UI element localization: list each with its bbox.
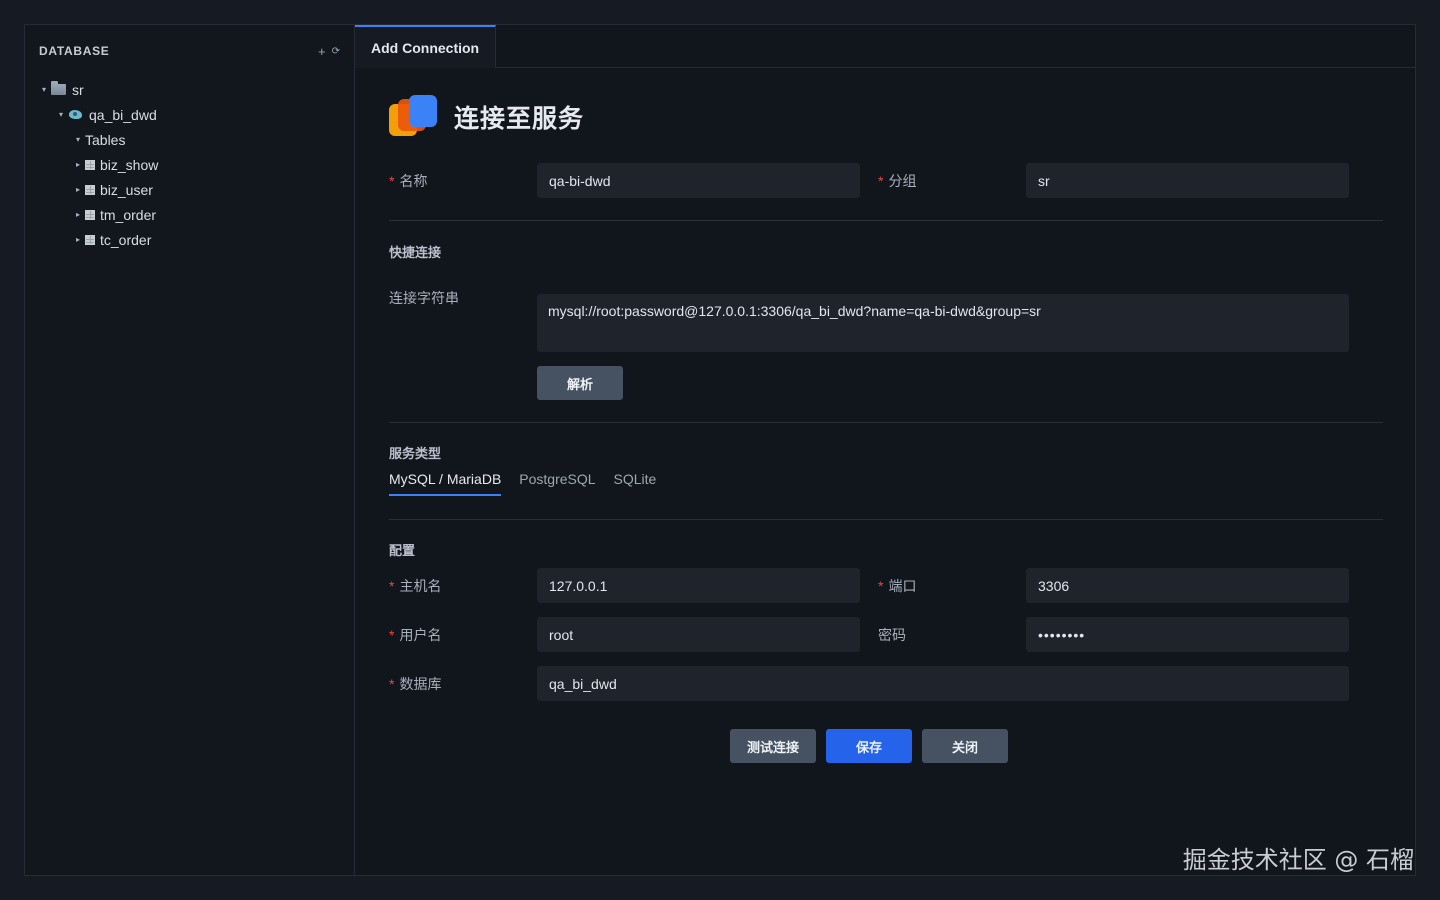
tree-node-table[interactable]: ▸ biz_user xyxy=(25,177,354,202)
mysql-dolphin-icon xyxy=(68,108,84,122)
password-row: 密码 xyxy=(878,617,906,652)
page-title: 连接至服务 xyxy=(454,105,585,133)
password-input[interactable]: •••••••• xyxy=(1026,617,1349,652)
tree-node-root[interactable]: ▾ sr xyxy=(25,77,354,102)
tree-node-label: Tables xyxy=(85,131,126,148)
database-label: * 数据库 xyxy=(389,675,442,692)
test-connection-button[interactable]: 测试连接 xyxy=(730,729,816,763)
tab-postgresql[interactable]: PostgreSQL xyxy=(519,471,595,496)
tree-node-label: tc_order xyxy=(100,231,152,248)
tree-node-tables-group[interactable]: ▾ Tables xyxy=(25,127,354,152)
divider xyxy=(389,422,1383,423)
tab-add-connection[interactable]: Add Connection xyxy=(355,25,497,68)
watermark: 掘金技术社区 @ 石榴 xyxy=(1182,846,1414,874)
group-input[interactable]: sr xyxy=(1026,163,1349,198)
user-input[interactable]: root xyxy=(537,617,860,652)
name-label: * 名称 xyxy=(389,172,428,189)
chevron-right-icon[interactable]: ▸ xyxy=(73,160,83,169)
add-connection-icon[interactable]: + xyxy=(318,44,326,59)
name-input[interactable]: qa-bi-dwd xyxy=(537,163,860,198)
chevron-down-icon[interactable]: ▾ xyxy=(73,135,83,144)
divider xyxy=(389,220,1383,221)
port-row: * 端口 xyxy=(878,568,916,603)
quick-connect-heading: 快捷连接 xyxy=(389,245,442,260)
database-sidebar: DATABASE + ⟳ ▾ sr ▾ qa_bi_dwd ▾ Tables ▸… xyxy=(25,25,355,875)
table-icon xyxy=(85,209,95,220)
service-type-heading: 服务类型 xyxy=(389,446,442,461)
divider xyxy=(389,519,1383,520)
host-label: * 主机名 xyxy=(389,577,442,594)
port-label: * 端口 xyxy=(878,577,917,594)
tab-mysql[interactable]: MySQL / MariaDB xyxy=(389,471,502,496)
user-label: * 用户名 xyxy=(389,626,442,643)
tree-node-table[interactable]: ▸ tm_order xyxy=(25,202,354,227)
host-input[interactable]: 127.0.0.1 xyxy=(537,568,860,603)
database-row: * 数据库 xyxy=(389,666,441,701)
tab-sqlite[interactable]: SQLite xyxy=(614,471,657,496)
config-heading: 配置 xyxy=(389,543,416,558)
tree-node-label: biz_user xyxy=(100,181,153,198)
tree-node-database[interactable]: ▾ qa_bi_dwd xyxy=(25,102,354,127)
tree-node-table[interactable]: ▸ tc_order xyxy=(25,227,354,252)
tree-node-label: sr xyxy=(72,81,84,98)
save-button[interactable]: 保存 xyxy=(826,729,912,763)
table-icon xyxy=(85,159,95,170)
parse-button[interactable]: 解析 xyxy=(537,366,623,400)
table-icon xyxy=(85,184,95,195)
user-row: * 用户名 xyxy=(389,617,441,652)
database-input[interactable]: qa_bi_dwd xyxy=(537,666,1349,701)
conn-string-textarea[interactable]: mysql://root:password@127.0.0.1:3306/qa_… xyxy=(537,294,1349,352)
port-input[interactable]: 3306 xyxy=(1026,568,1349,603)
tab-bar: Add Connection xyxy=(355,25,1415,68)
main-panel: Add Connection 连接至服务 * 名称 qa-bi-dwd * 分组 s… xyxy=(355,25,1415,875)
name-row: * 名称 xyxy=(389,163,427,198)
folder-icon xyxy=(51,81,66,95)
group-label: * 分组 xyxy=(878,172,917,189)
chevron-down-icon[interactable]: ▾ xyxy=(56,110,66,119)
tree-node-label: qa_bi_dwd xyxy=(89,106,157,123)
table-icon xyxy=(85,234,95,245)
tree-node-label: biz_show xyxy=(100,156,159,173)
app-logo-icon xyxy=(389,95,439,139)
app-window: DATABASE + ⟳ ▾ sr ▾ qa_bi_dwd ▾ Tables ▸… xyxy=(24,24,1416,876)
password-label: 密码 xyxy=(878,626,906,643)
tree-node-label: tm_order xyxy=(100,206,157,223)
chevron-right-icon[interactable]: ▸ xyxy=(73,210,83,219)
connection-tree: ▾ sr ▾ qa_bi_dwd ▾ Tables ▸ biz_show ▸ b… xyxy=(25,77,354,252)
tree-node-table[interactable]: ▸ biz_show xyxy=(25,152,354,177)
host-row: * 主机名 xyxy=(389,568,441,603)
chevron-right-icon[interactable]: ▸ xyxy=(73,235,83,244)
connection-form: 连接至服务 * 名称 qa-bi-dwd * 分组 sr 快捷连接 连接字符串 my… xyxy=(389,95,1383,763)
chevron-down-icon[interactable]: ▾ xyxy=(39,85,49,94)
sidebar-actions: + ⟳ xyxy=(318,44,340,59)
service-type-tabs: MySQL / MariaDB PostgreSQL SQLite xyxy=(389,471,656,496)
refresh-icon[interactable]: ⟳ xyxy=(332,46,340,57)
sidebar-header: DATABASE + ⟳ xyxy=(25,25,354,77)
conn-string-row: 连接字符串 xyxy=(389,280,459,315)
group-row: * 分组 xyxy=(878,163,916,198)
sidebar-title: DATABASE xyxy=(39,44,110,58)
close-button[interactable]: 关闭 xyxy=(922,729,1008,763)
chevron-right-icon[interactable]: ▸ xyxy=(73,185,83,194)
conn-string-label: 连接字符串 xyxy=(389,289,459,306)
form-header: 连接至服务 xyxy=(389,95,1383,139)
